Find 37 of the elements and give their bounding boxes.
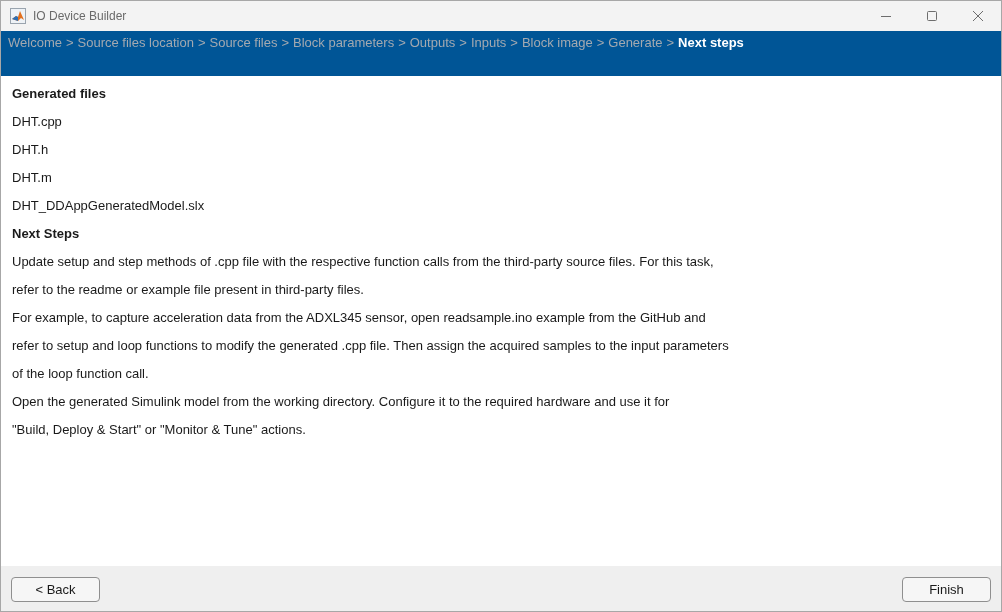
instruction-text: refer to the readme or example file present in third-party files.	[12, 281, 364, 299]
breadcrumb-separator: >	[459, 34, 467, 51]
breadcrumb-step: Source files	[209, 34, 278, 51]
instruction-text: Update setup and step methods of .cpp file with the respective function calls from the third-party source files. For this task,	[12, 253, 714, 271]
breadcrumb-separator: >	[398, 34, 406, 51]
back-button[interactable]: < Back	[11, 576, 100, 602]
breadcrumb-separator: >	[65, 34, 74, 51]
instruction-text: "Build, Deploy & Start" or "Monitor & Tune" actions.	[12, 421, 306, 439]
breadcrumb-step: Source files location	[77, 34, 194, 51]
file-name: DHT.m	[12, 169, 52, 187]
app-logo-icon	[10, 8, 26, 24]
section-heading: Generated files	[12, 85, 106, 103]
section-heading: Next Steps	[12, 225, 80, 243]
breadcrumb-separator: >	[197, 34, 206, 51]
instruction-text: refer to setup and loop functions to modify the generated .cpp file. Then assign the acquired samples to the input parameters	[12, 337, 729, 355]
instruction-text: Open the generated Simulink model from the working directory. Configure it to the required hardware and use it for	[12, 393, 670, 411]
breadcrumb-separator: >	[510, 34, 518, 51]
breadcrumb-separator: >	[596, 34, 605, 51]
file-name: DHT_DDAppGeneratedModel.slx	[12, 197, 205, 215]
instruction-text: of the loop function call.	[12, 365, 149, 383]
breadcrumb-step: Block parameters	[293, 34, 395, 51]
close-icon	[973, 11, 983, 21]
window-title: IO Device Builder	[33, 9, 127, 23]
finish-button[interactable]: Finish	[902, 576, 991, 602]
breadcrumb-step: Generate	[608, 34, 663, 51]
breadcrumb-step: Block image	[521, 34, 593, 51]
minimize-icon	[881, 15, 891, 17]
breadcrumb-separator: >	[666, 34, 675, 51]
breadcrumb-step: Next steps	[678, 34, 744, 51]
breadcrumb-separator: >	[281, 34, 289, 51]
maximize-icon	[927, 11, 937, 21]
instruction-text: For example, to capture acceleration data from the ADXL345 sensor, open readsample.ino example from the GitHub and	[12, 309, 706, 327]
breadcrumb-step: Inputs	[470, 34, 507, 51]
file-name: DHT.cpp	[12, 113, 62, 131]
file-name: DHT.h	[12, 141, 49, 159]
breadcrumb-step: Outputs	[409, 34, 456, 51]
breadcrumb-step: Welcome	[8, 34, 62, 51]
